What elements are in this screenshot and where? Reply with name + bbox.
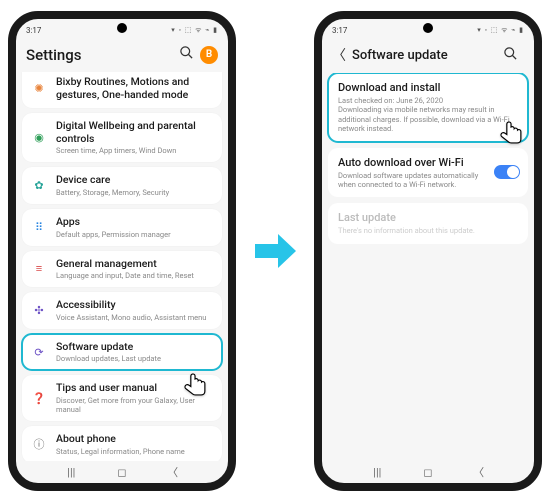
settings-item-title: About phone (56, 433, 214, 446)
search-icon[interactable] (503, 46, 518, 65)
settings-item-icon: ⟳ (30, 343, 48, 361)
nav-home-icon[interactable]: ◻ (115, 466, 129, 479)
item-subtitle: Last checked on: June 26, 2020 Downloadi… (338, 96, 518, 134)
software-update-header: 〈 Software update (322, 39, 534, 73)
last-update-item: Last update There's no information about… (328, 203, 528, 243)
settings-item-icon: ◉ (30, 129, 48, 147)
settings-item[interactable]: ❓ Tips and user manualDiscover, Get more … (22, 375, 222, 421)
settings-item-subtitle: Language and input, Date and time, Reset (56, 271, 214, 280)
settings-item-subtitle: Download updates, Last update (56, 354, 214, 363)
item-title: Auto download over Wi-Fi (338, 156, 488, 169)
settings-item-title: Bixby Routines, Motions and gestures, On… (56, 76, 214, 101)
auto-download-toggle[interactable] (494, 165, 520, 179)
settings-item-title: Device care (56, 174, 214, 187)
item-subtitle: There's no information about this update… (338, 226, 518, 235)
settings-item-title: Digital Wellbeing and parental controls (56, 120, 214, 145)
settings-list: ✺ Bixby Routines, Motions and gestures, O… (16, 72, 228, 461)
status-icons: ▾ ◦ ⬚ ᯤ ⌁ ▮ (171, 26, 218, 35)
settings-item[interactable]: ✺ Bixby Routines, Motions and gestures, O… (22, 72, 222, 108)
item-title: Download and install (338, 81, 518, 94)
nav-recent-icon[interactable]: ||| (64, 466, 78, 479)
auto-download-item[interactable]: Auto download over Wi-Fi Download softwa… (328, 148, 528, 198)
settings-item-subtitle: Battery, Storage, Memory, Security (56, 188, 214, 197)
back-icon[interactable]: 〈 (332, 45, 346, 65)
page-title: Settings (26, 46, 179, 64)
settings-item[interactable]: ⓘ About phoneStatus, Legal information, P… (22, 426, 222, 461)
settings-item[interactable]: ⟳ Software updateDownload updates, Last u… (22, 334, 222, 371)
settings-item-subtitle: Status, Legal information, Phone name (56, 447, 214, 456)
nav-home-icon[interactable]: ◻ (421, 466, 435, 479)
settings-item-icon: ✿ (30, 177, 48, 195)
android-navbar: ||| ◻ 〈 (322, 461, 534, 483)
settings-item[interactable]: ✿ Device careBattery, Storage, Memory, Se… (22, 167, 222, 204)
phone-left: 3:17 ▾ ◦ ⬚ ᯤ ⌁ ▮ Settings B ✺ Bixby Routi… (8, 11, 236, 491)
settings-item-title: Software update (56, 341, 214, 354)
status-time: 3:17 (26, 26, 41, 35)
software-update-list: Download and install Last checked on: Ju… (322, 73, 534, 461)
settings-item-subtitle: Voice Assistant, Mono audio, Assistant m… (56, 313, 214, 322)
page-title: Software update (352, 48, 503, 63)
item-subtitle: Download software updates automatically … (338, 171, 488, 190)
settings-item[interactable]: ⠿ AppsDefault apps, Permission manager (22, 209, 222, 246)
settings-item-icon: ≡ (30, 260, 48, 278)
settings-item[interactable]: ◉ Digital Wellbeing and parental controls… (22, 113, 222, 162)
settings-item-icon: ❓ (30, 389, 48, 407)
status-icons: ▾ ◦ ⬚ ᯤ ⌁ ▮ (477, 26, 524, 35)
settings-item[interactable]: ≡ General managementLanguage and input, D… (22, 251, 222, 288)
nav-back-icon[interactable]: 〈 (472, 464, 486, 480)
status-time: 3:17 (332, 26, 347, 35)
settings-item-icon: ✣ (30, 301, 48, 319)
settings-item-subtitle: Discover, Get more from your Galaxy, Use… (56, 396, 214, 414)
account-avatar[interactable]: B (200, 46, 218, 64)
phone-right: 3:17 ▾ ◦ ⬚ ᯤ ⌁ ▮ 〈 Software update Downl… (314, 11, 542, 491)
settings-item-subtitle: Default apps, Permission manager (56, 230, 214, 239)
settings-item-icon: ✺ (30, 80, 48, 98)
download-and-install-item[interactable]: Download and install Last checked on: Ju… (328, 73, 528, 142)
android-navbar: ||| ◻ 〈 (16, 461, 228, 483)
settings-item-title: Tips and user manual (56, 382, 214, 395)
settings-header: Settings B (16, 39, 228, 72)
arrow-icon (250, 226, 300, 276)
nav-back-icon[interactable]: 〈 (166, 464, 180, 480)
item-title: Last update (338, 211, 518, 224)
settings-item-icon: ⠿ (30, 218, 48, 236)
camera-notch (117, 23, 127, 33)
nav-recent-icon[interactable]: ||| (370, 466, 384, 479)
settings-item-title: Accessibility (56, 299, 214, 312)
settings-item-title: Apps (56, 216, 214, 229)
settings-item-subtitle: Screen time, App timers, Wind Down (56, 146, 214, 155)
settings-item[interactable]: ✣ AccessibilityVoice Assistant, Mono audi… (22, 292, 222, 329)
search-icon[interactable] (179, 45, 194, 64)
camera-notch (423, 23, 433, 33)
settings-item-icon: ⓘ (30, 435, 48, 453)
settings-item-title: General management (56, 258, 214, 271)
